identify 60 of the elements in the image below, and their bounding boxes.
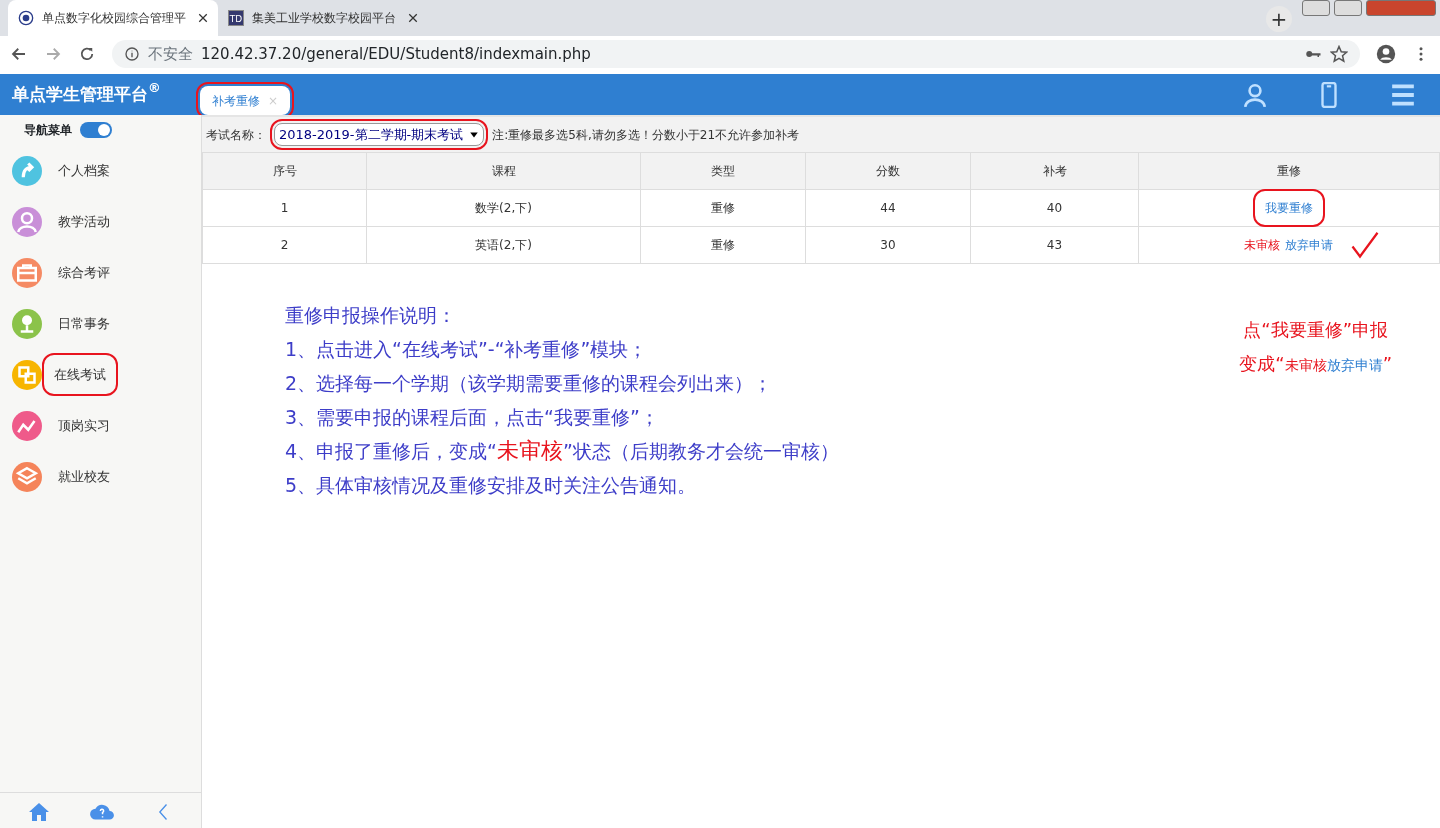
restore-button[interactable]: [1334, 0, 1362, 16]
column-header: 重修: [1138, 152, 1440, 190]
sidebar-item[interactable]: 日常事务: [0, 298, 201, 349]
instruction-line: 5、具体审核情况及重修安排及时关注公告通知。: [285, 473, 697, 498]
column-header: 分数: [805, 152, 971, 190]
profile-icon[interactable]: [1376, 44, 1396, 64]
instruction-line: 3、需要申报的课程后面，点击“我要重修”；: [285, 405, 659, 430]
sidebar-item[interactable]: 就业校友: [0, 451, 201, 502]
menu-icon[interactable]: [1390, 81, 1416, 108]
note-text: 注:重修最多选5科,请勿多选！分数小于21不允许参加补考: [492, 126, 799, 144]
instruction-line: 2、选择每一个学期（该学期需要重修的课程会列出来）；: [285, 371, 773, 396]
address-bar[interactable]: 不安全 120.42.37.20/general/EDU/Student8/indexmain.php: [112, 40, 1360, 68]
nav-toggle[interactable]: [80, 122, 112, 138]
column-header: 类型: [640, 152, 806, 190]
info-icon: [124, 46, 140, 62]
instruction-title: 重修申报操作说明：: [285, 303, 456, 328]
table-cell: 44: [805, 189, 971, 227]
instruction-line: 4、申报了重修后，变成“未审核”状态（后期教务才会统一审核）: [285, 437, 839, 465]
column-header: 课程: [366, 152, 641, 190]
tab-title: 单点数字化校园综合管理平: [42, 10, 187, 27]
table-cell: 30: [805, 226, 971, 264]
instruction-line: 1、点击进入“在线考试”-“补考重修”模块；: [285, 337, 648, 362]
user-icon[interactable]: [1242, 81, 1268, 108]
sidebar-item[interactable]: 在线考试: [0, 349, 201, 400]
annotation-text: 变成“未审核放弃申请”: [1239, 352, 1392, 376]
field-label: 考试名称：: [206, 126, 266, 144]
table-cell: 40: [970, 189, 1139, 227]
table-cell: 43: [970, 226, 1139, 264]
browser-tab[interactable]: TD 集美工业学校数字校园平台: [218, 0, 428, 36]
toggle-label: 导航菜单: [24, 122, 72, 139]
annotation-text: 点“我要重修”申报: [1242, 318, 1389, 342]
seal-icon: [18, 10, 34, 26]
table-cell: 重修: [640, 189, 806, 227]
sidebar-item[interactable]: 综合考评: [0, 247, 201, 298]
close-icon[interactable]: [198, 13, 208, 23]
reload-icon[interactable]: [78, 45, 96, 63]
status-text: 未审核: [1244, 237, 1280, 254]
sidebar-item[interactable]: 个人档案: [0, 145, 201, 196]
table-cell: 重修: [640, 226, 806, 264]
column-header: 补考: [970, 152, 1139, 190]
sidebar-item[interactable]: 顶岗实习: [0, 400, 201, 451]
table-cell: 1: [202, 189, 367, 227]
column-header: 序号: [202, 152, 367, 190]
minimize-button[interactable]: [1302, 0, 1330, 16]
table-cell: 2: [202, 226, 367, 264]
close-icon[interactable]: [408, 13, 418, 23]
table-cell: 英语(2,下): [366, 226, 641, 264]
site-icon: TD: [228, 10, 244, 26]
tab-title: 集美工业学校数字校园平台: [252, 10, 397, 27]
security-label: 不安全: [148, 43, 193, 65]
withdraw-link[interactable]: 放弃申请: [1284, 236, 1334, 254]
browser-tab[interactable]: 单点数字化校园综合管理平: [8, 0, 218, 36]
url-text: 120.42.37.20/general/EDU/Student8/indexmain.php: [201, 43, 591, 65]
app-title: 单点学生管理平台$^{®}$: [11, 79, 162, 106]
new-tab-button[interactable]: +: [1266, 6, 1292, 32]
back-icon[interactable]: [10, 45, 28, 63]
star-icon[interactable]: [1330, 45, 1348, 63]
table-cell: 数学(2,下): [366, 189, 641, 227]
forward-icon[interactable]: [44, 45, 62, 63]
sidebar-item[interactable]: 教学活动: [0, 196, 201, 247]
